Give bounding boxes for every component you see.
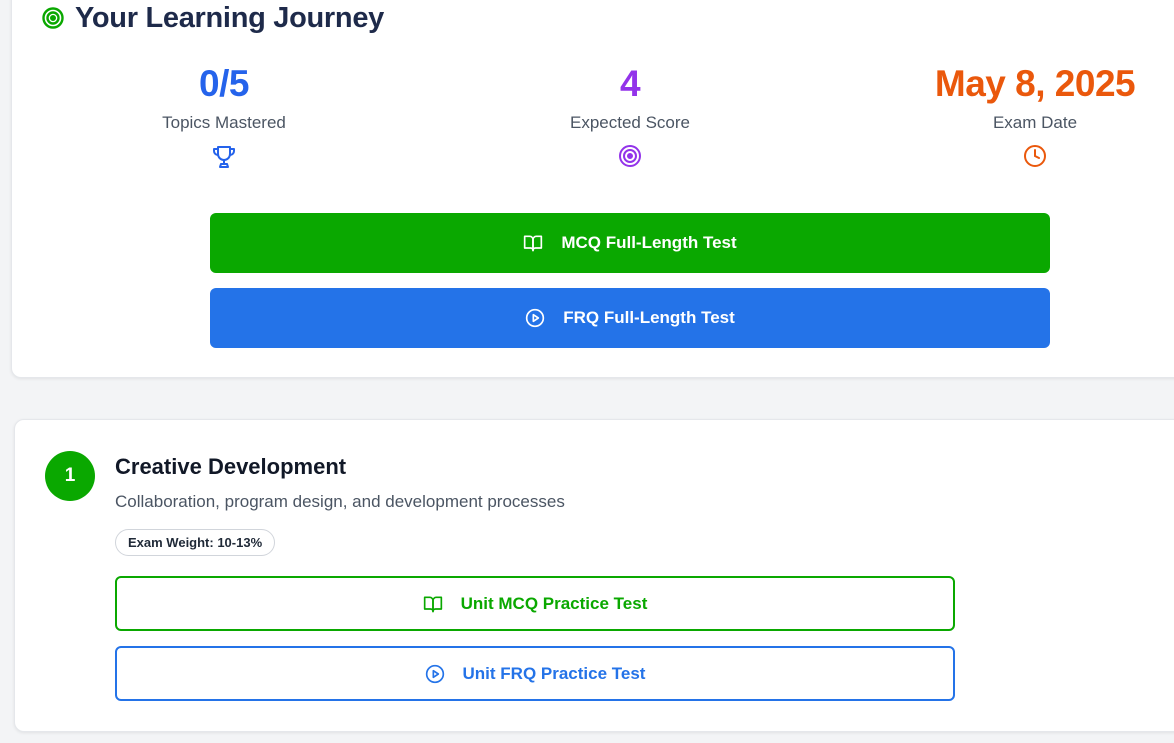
unit-frq-practice-test-button[interactable]: Unit FRQ Practice Test (115, 646, 955, 701)
button-label: Unit MCQ Practice Test (460, 593, 648, 613)
stat-label: Topics Mastered (162, 113, 286, 132)
stat-label: Expected Score (569, 113, 690, 132)
stat-value: 4 (619, 63, 641, 104)
stat-expected-score: 4 Expected Score (510, 62, 750, 170)
stat-exam-date: May 8, 2025 Exam Date (915, 62, 1155, 170)
clock-icon (915, 144, 1155, 170)
button-label: MCQ Full-Length Test (561, 233, 737, 252)
button-label: Unit FRQ Practice Test (462, 663, 646, 683)
play-circle-icon (525, 308, 545, 328)
mcq-full-length-test-button[interactable]: MCQ Full-Length Test (210, 213, 1050, 273)
unit-number-badge: 1 (45, 451, 95, 501)
unit-mcq-practice-test-button[interactable]: Unit MCQ Practice Test (115, 576, 955, 631)
stat-label: Exam Date (992, 113, 1078, 132)
play-circle-icon (425, 664, 445, 684)
frq-full-length-test-button[interactable]: FRQ Full-Length Test (210, 288, 1050, 348)
target-icon (41, 6, 65, 30)
book-open-icon (523, 234, 543, 252)
journey-header: Your Learning Journey (41, 1, 384, 35)
stat-value: May 8, 2025 (934, 63, 1136, 104)
stat-value: 0/5 (199, 63, 249, 104)
book-open-icon (423, 595, 443, 613)
unit-title: Creative Development (115, 454, 347, 479)
trophy-icon (104, 144, 344, 170)
journey-title: Your Learning Journey (75, 2, 384, 34)
exam-weight-badge: Exam Weight: 10-13% (115, 529, 276, 556)
stat-topics-mastered: 0/5 Topics Mastered (104, 62, 344, 170)
target-icon (510, 144, 750, 170)
unit-description: Collaboration, program design, and devel… (115, 492, 565, 511)
button-label: FRQ Full-Length Test (563, 308, 735, 327)
